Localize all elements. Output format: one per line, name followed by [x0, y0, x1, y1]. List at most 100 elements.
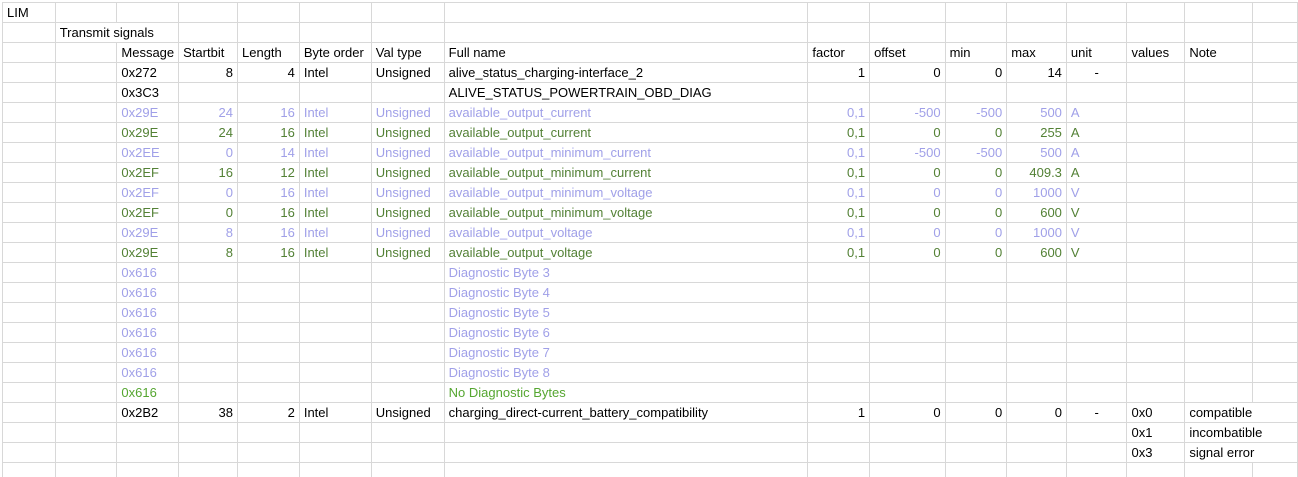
cell[interactable] — [444, 23, 808, 43]
cell-startbit[interactable] — [179, 283, 238, 303]
cell-startbit[interactable] — [179, 423, 238, 443]
cell[interactable] — [444, 463, 808, 477]
cell-byte_order[interactable] — [299, 83, 371, 103]
column-header-val-type[interactable]: Val type — [371, 43, 444, 63]
cell[interactable] — [179, 3, 238, 23]
cell[interactable] — [945, 3, 1007, 23]
cell[interactable] — [55, 463, 117, 477]
cell-max[interactable]: 14 — [1007, 63, 1067, 83]
cell-unit[interactable]: - — [1066, 63, 1127, 83]
cell-length[interactable] — [238, 383, 300, 403]
cell-full_name[interactable]: available_output_minimum_voltage — [444, 203, 808, 223]
cell-unit[interactable] — [1066, 423, 1127, 443]
cell-startbit[interactable] — [179, 343, 238, 363]
cell-val_type[interactable]: Unsigned — [371, 143, 444, 163]
cell-values[interactable]: 0x0 — [1127, 403, 1185, 423]
cell-factor[interactable] — [808, 363, 870, 383]
cell-min[interactable] — [945, 423, 1007, 443]
cell[interactable] — [3, 263, 56, 283]
cell[interactable] — [1253, 203, 1298, 223]
cell-offset[interactable]: 0 — [870, 63, 946, 83]
cell-max[interactable]: 1000 — [1007, 183, 1067, 203]
cell-offset[interactable] — [870, 263, 946, 283]
cell-startbit[interactable]: 0 — [179, 143, 238, 163]
cell-values[interactable] — [1127, 303, 1185, 323]
cell-max[interactable]: 500 — [1007, 103, 1067, 123]
cell[interactable] — [299, 463, 371, 477]
cell[interactable] — [3, 23, 56, 43]
cell-length[interactable]: 16 — [238, 203, 300, 223]
cell-note[interactable] — [1185, 83, 1253, 103]
cell-length[interactable] — [238, 443, 300, 463]
cell-offset[interactable] — [870, 363, 946, 383]
cell[interactable] — [3, 183, 56, 203]
cell[interactable] — [55, 263, 117, 283]
cell-min[interactable]: -500 — [945, 103, 1007, 123]
cell-byte_order[interactable] — [299, 443, 371, 463]
cell-length[interactable]: 2 — [238, 403, 300, 423]
cell[interactable] — [1127, 23, 1185, 43]
cell[interactable] — [55, 143, 117, 163]
cell[interactable] — [3, 143, 56, 163]
cell-full_name[interactable]: ALIVE_STATUS_POWERTRAIN_OBD_DIAG — [444, 83, 808, 103]
cell-startbit[interactable]: 8 — [179, 63, 238, 83]
cell-length[interactable]: 16 — [238, 183, 300, 203]
cell-factor[interactable]: 0,1 — [808, 223, 870, 243]
cell-factor[interactable] — [808, 423, 870, 443]
cell-note[interactable]: signal error — [1185, 443, 1298, 463]
cell[interactable] — [1066, 23, 1127, 43]
cell[interactable] — [238, 3, 300, 23]
cell-note[interactable] — [1185, 323, 1253, 343]
cell-note[interactable]: incombatible — [1185, 423, 1298, 443]
cell-min[interactable] — [945, 83, 1007, 103]
cell-note[interactable] — [1185, 203, 1253, 223]
cell[interactable] — [3, 103, 56, 123]
cell-full_name[interactable]: alive_status_charging-interface_2 — [444, 63, 808, 83]
cell[interactable] — [1007, 23, 1067, 43]
column-header-full-name[interactable]: Full name — [444, 43, 808, 63]
cell-length[interactable] — [238, 423, 300, 443]
cell-length[interactable] — [238, 83, 300, 103]
column-header-message[interactable]: Message — [117, 43, 179, 63]
cell[interactable] — [238, 23, 300, 43]
cell-length[interactable] — [238, 363, 300, 383]
cell[interactable] — [55, 3, 117, 23]
cell-max[interactable]: 600 — [1007, 243, 1067, 263]
cell-message[interactable]: 0x2B2 — [117, 403, 179, 423]
cell-byte_order[interactable]: Intel — [299, 243, 371, 263]
cell[interactable] — [3, 83, 56, 103]
cell-min[interactable] — [945, 263, 1007, 283]
cell-max[interactable] — [1007, 363, 1067, 383]
cell[interactable] — [55, 323, 117, 343]
cell-startbit[interactable]: 0 — [179, 203, 238, 223]
cell-min[interactable]: -500 — [945, 143, 1007, 163]
cell[interactable] — [1127, 3, 1185, 23]
cell-startbit[interactable]: 8 — [179, 223, 238, 243]
cell-factor[interactable] — [808, 83, 870, 103]
cell-val_type[interactable]: Unsigned — [371, 223, 444, 243]
cell-min[interactable] — [945, 363, 1007, 383]
cell-message[interactable]: 0x29E — [117, 123, 179, 143]
cell-values[interactable] — [1127, 103, 1185, 123]
cell-note[interactable]: compatible — [1185, 403, 1298, 423]
cell-values[interactable] — [1127, 203, 1185, 223]
cell-factor[interactable]: 0,1 — [808, 123, 870, 143]
cell-note[interactable] — [1185, 103, 1253, 123]
cell-unit[interactable]: A — [1066, 163, 1127, 183]
cell[interactable] — [1253, 243, 1298, 263]
cell-factor[interactable]: 1 — [808, 63, 870, 83]
cell[interactable] — [1253, 143, 1298, 163]
cell-length[interactable]: 14 — [238, 143, 300, 163]
cell-full_name[interactable]: available_output_minimum_current — [444, 143, 808, 163]
cell[interactable] — [1253, 303, 1298, 323]
cell-factor[interactable] — [808, 303, 870, 323]
cell-unit[interactable] — [1066, 303, 1127, 323]
cell-length[interactable]: 12 — [238, 163, 300, 183]
cell-note[interactable] — [1185, 223, 1253, 243]
cell-offset[interactable] — [870, 383, 946, 403]
cell[interactable] — [1253, 383, 1298, 403]
cell-note[interactable] — [1185, 163, 1253, 183]
cell-note[interactable] — [1185, 343, 1253, 363]
column-header-byte-order[interactable]: Byte order — [299, 43, 371, 63]
cell-note[interactable] — [1185, 383, 1253, 403]
